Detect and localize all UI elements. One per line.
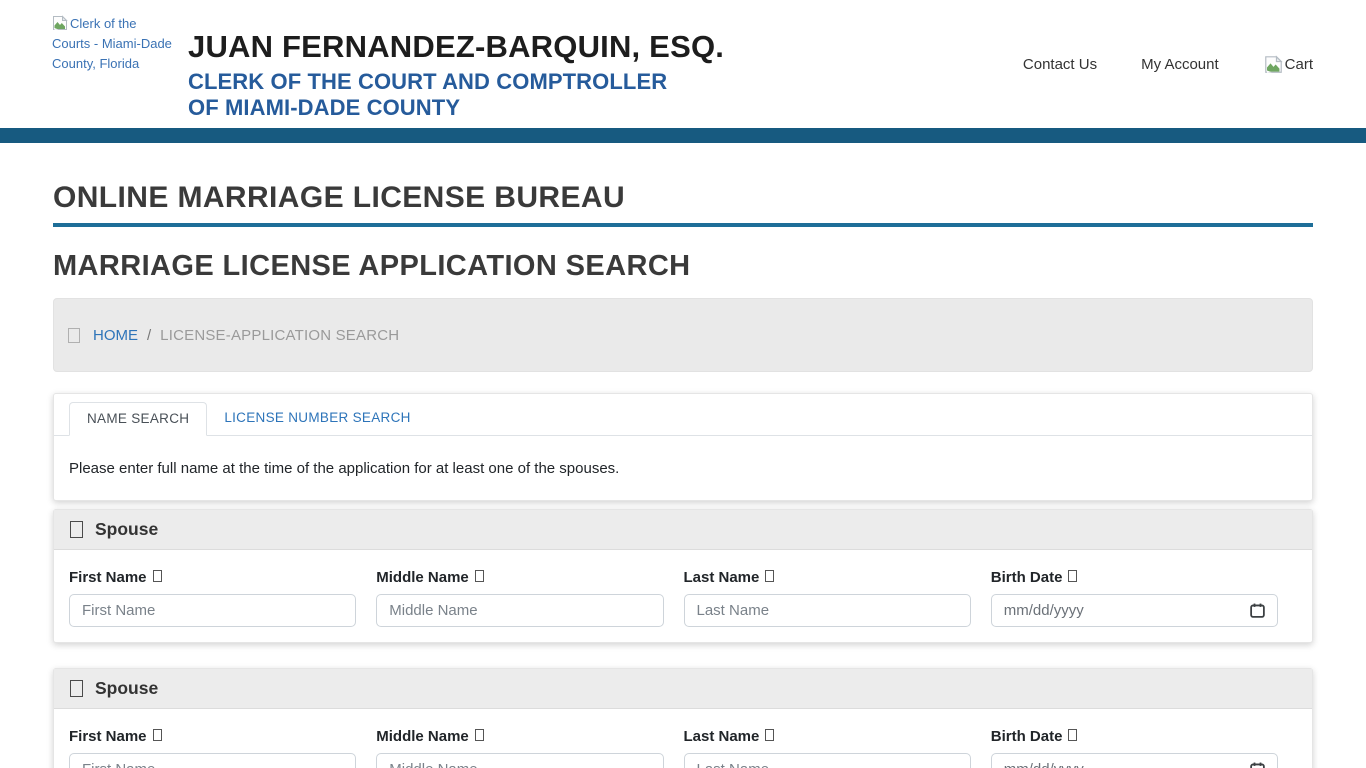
- info-icon: [765, 729, 774, 741]
- date-placeholder: mm/dd/yyyy: [1004, 761, 1084, 768]
- site-subtitle: CLERK OF THE COURT AND COMPTROLLER OF MI…: [188, 69, 724, 122]
- birth-date-label: Birth Date: [991, 728, 1278, 745]
- spouse-2-title: Spouse: [95, 678, 158, 699]
- breadcrumb-separator: /: [147, 327, 151, 344]
- spouse-1-header: Spouse: [54, 510, 1312, 550]
- site-subtitle-line1: CLERK OF THE COURT AND COMPTROLLER: [188, 69, 724, 95]
- site-subtitle-line2: OF MIAMI-DADE COUNTY: [188, 95, 724, 121]
- title-rule: [53, 223, 1313, 227]
- spouse-1-first-name-field: First Name: [69, 569, 356, 627]
- spouse-2-birth-date-field: Birth Date mm/dd/yyyy: [991, 728, 1278, 768]
- breadcrumb-home-link[interactable]: HOME: [93, 327, 138, 344]
- spouse-2-header: Spouse: [54, 669, 1312, 709]
- info-icon: [153, 729, 162, 741]
- logo-link[interactable]: Clerk of the Courts - Miami-Dade County,…: [52, 14, 174, 74]
- first-name-label: First Name: [69, 569, 356, 586]
- tab-name-search[interactable]: NAME SEARCH: [69, 402, 207, 436]
- spouse-2-middle-name-field: Middle Name: [376, 728, 663, 768]
- main-container: ONLINE MARRIAGE LICENSE BUREAU MARRIAGE …: [53, 183, 1313, 768]
- info-icon: [475, 729, 484, 741]
- tab-license-number-search[interactable]: LICENSE NUMBER SEARCH: [207, 402, 427, 435]
- middle-name-label: Middle Name: [376, 728, 663, 745]
- spouse-1-title: Spouse: [95, 519, 158, 540]
- spouse-icon: [70, 680, 83, 697]
- spouse-1-middle-name-field: Middle Name: [376, 569, 663, 627]
- info-icon: [1068, 570, 1077, 582]
- page-title: ONLINE MARRIAGE LICENSE BUREAU: [53, 183, 1313, 213]
- logo-alt-text: Clerk of the Courts - Miami-Dade County,…: [52, 16, 172, 71]
- middle-name-label: Middle Name: [376, 569, 663, 586]
- last-name-label: Last Name: [684, 728, 971, 745]
- info-icon: [1068, 729, 1077, 741]
- info-icon: [765, 570, 774, 582]
- spouse-2-first-name-input[interactable]: [69, 753, 356, 768]
- home-icon: [68, 328, 80, 343]
- search-tabs: NAME SEARCH LICENSE NUMBER SEARCH: [54, 394, 1312, 436]
- breadcrumb-current: LICENSE-APPLICATION SEARCH: [160, 327, 399, 344]
- spouse-2-last-name-input[interactable]: [684, 753, 971, 768]
- search-instructions: Please enter full name at the time of th…: [54, 436, 1312, 500]
- spouse-2-birth-date-input[interactable]: mm/dd/yyyy: [991, 753, 1278, 768]
- top-divider-bar: [0, 128, 1366, 143]
- site-header: Clerk of the Courts - Miami-Dade County,…: [0, 0, 1366, 128]
- spouse-2-first-name-field: First Name: [69, 728, 356, 768]
- cart-broken-image-icon: [1263, 55, 1284, 74]
- spouse-2-middle-name-input[interactable]: [376, 753, 663, 768]
- header-nav: Contact Us My Account Cart: [1023, 0, 1313, 128]
- broken-image-icon: [52, 15, 68, 31]
- my-account-link[interactable]: My Account: [1141, 56, 1219, 73]
- spouse-1-middle-name-input[interactable]: [376, 594, 663, 627]
- spouse-icon: [70, 521, 83, 538]
- spouse-2-fields: First Name Middle Name Last Name Birth D…: [54, 709, 1312, 768]
- calendar-icon[interactable]: [1250, 762, 1265, 768]
- info-icon: [475, 570, 484, 582]
- cart-alt-text: Cart: [1285, 56, 1313, 73]
- spouse-2-last-name-field: Last Name: [684, 728, 971, 768]
- spouse-1-fields: First Name Middle Name Last Name Birth D…: [54, 550, 1312, 642]
- cart-link[interactable]: Cart: [1263, 55, 1313, 74]
- spouse-1-first-name-input[interactable]: [69, 594, 356, 627]
- first-name-label: First Name: [69, 728, 356, 745]
- spouse-1-birth-date-input[interactable]: mm/dd/yyyy: [991, 594, 1278, 627]
- birth-date-label: Birth Date: [991, 569, 1278, 586]
- date-placeholder: mm/dd/yyyy: [1004, 602, 1084, 619]
- contact-us-link[interactable]: Contact Us: [1023, 56, 1097, 73]
- info-icon: [153, 570, 162, 582]
- last-name-label: Last Name: [684, 569, 971, 586]
- section-title: MARRIAGE LICENSE APPLICATION SEARCH: [53, 252, 1313, 281]
- breadcrumb: HOME / LICENSE-APPLICATION SEARCH: [53, 298, 1313, 372]
- search-panel-card: NAME SEARCH LICENSE NUMBER SEARCH Please…: [53, 393, 1313, 501]
- spouse-1-last-name-field: Last Name: [684, 569, 971, 627]
- calendar-icon[interactable]: [1250, 603, 1265, 618]
- header-title-block: JUAN FERNANDEZ-BARQUIN, ESQ. CLERK OF TH…: [188, 31, 724, 121]
- spouse-section-2: Spouse First Name Middle Name Last Name …: [53, 668, 1313, 768]
- spouse-1-birth-date-field: Birth Date mm/dd/yyyy: [991, 569, 1278, 627]
- spouse-section-1: Spouse First Name Middle Name Last Name …: [53, 509, 1313, 643]
- spouse-1-last-name-input[interactable]: [684, 594, 971, 627]
- site-title: JUAN FERNANDEZ-BARQUIN, ESQ.: [188, 31, 724, 64]
